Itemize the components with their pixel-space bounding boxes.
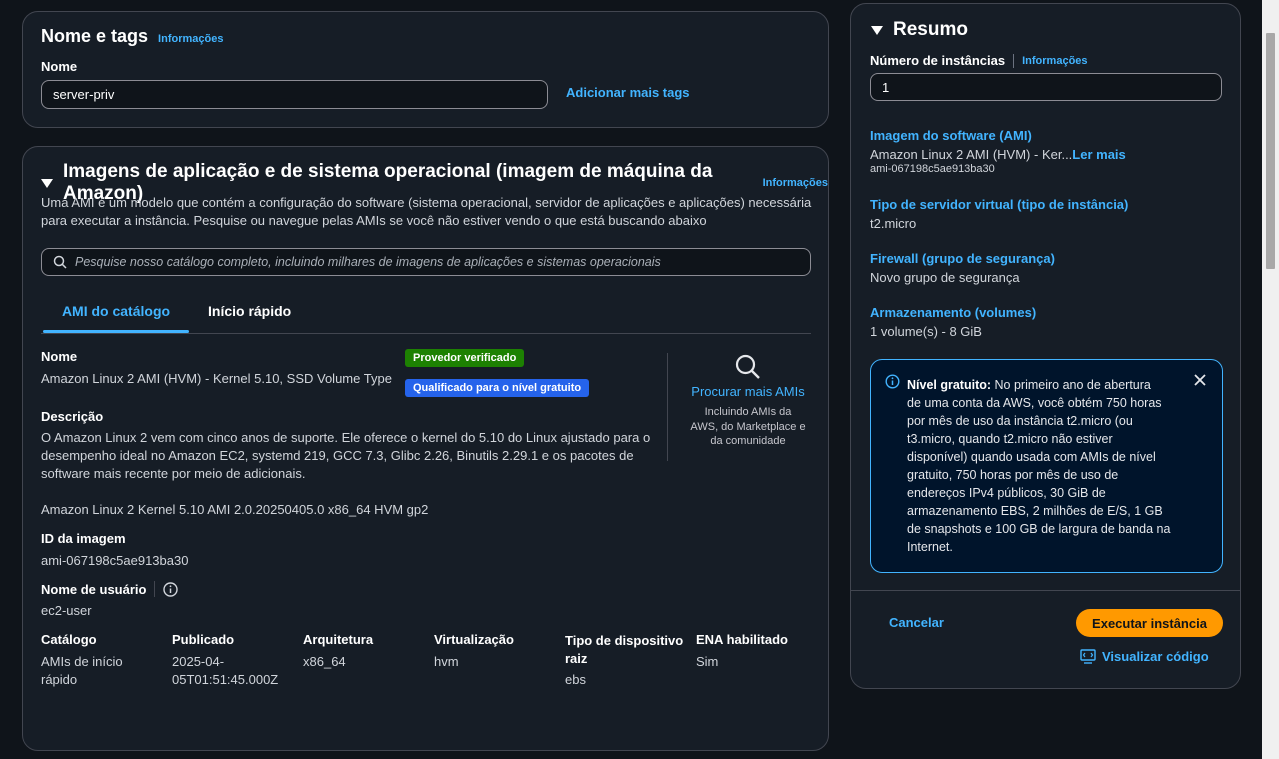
- free-tier-text: Nível gratuito: No primeiro ano de abert…: [907, 378, 1171, 554]
- storage-link[interactable]: Armazenamento (volumes): [870, 305, 1036, 320]
- scrollbar-thumb[interactable]: [1266, 33, 1275, 269]
- search-icon[interactable]: [734, 353, 762, 381]
- read-more-link[interactable]: Ler mais: [1072, 147, 1125, 162]
- search-placeholder: Pesquise nosso catálogo completo, inclui…: [75, 255, 661, 269]
- summary-panel: Resumo Número de instâncias Informações …: [850, 3, 1241, 689]
- cancel-button[interactable]: Cancelar: [889, 615, 944, 630]
- instances-info-link[interactable]: Informações: [1022, 55, 1087, 67]
- instances-input[interactable]: 1: [870, 73, 1222, 101]
- scrollbar-track[interactable]: [1262, 0, 1279, 759]
- detail-architecture: Arquitetura x86_64: [303, 632, 374, 669]
- name-tags-panel: Nome e tags Informações Nome server-priv…: [22, 11, 829, 128]
- ami-panel: Imagens de aplicação e de sistema operac…: [22, 146, 829, 751]
- username-value: ec2-user: [41, 603, 92, 618]
- detail-virtualization: Virtualização hvm: [434, 632, 514, 669]
- ami-full-name: Amazon Linux 2 Kernel 5.10 AMI 2.0.20250…: [41, 502, 429, 517]
- ami-summary-value-row: Amazon Linux 2 AMI (HVM) - Ker...Ler mai…: [870, 147, 1126, 162]
- browse-divider: [667, 353, 668, 461]
- ami-summary-link[interactable]: Imagem do software (AMI): [870, 128, 1032, 143]
- detail-root-device: Tipo de dispositivo raiz ebs: [565, 633, 684, 687]
- ami-description: Uma AMI é um modelo que contém a configu…: [41, 195, 812, 228]
- free-tier-alert: Nível gratuito: No primeiro ano de abert…: [870, 359, 1223, 573]
- tab-quick-start[interactable]: Início rápido: [208, 303, 291, 319]
- username-label-row: Nome de usuário: [41, 581, 179, 597]
- details-grid: Catálogo AMIs de início rápido Publicado…: [41, 632, 811, 692]
- verified-provider-badge: Provedor verificado: [405, 349, 525, 367]
- name-input-value: server-priv: [53, 87, 115, 102]
- instance-type-link[interactable]: Tipo de servidor virtual (tipo de instân…: [870, 197, 1128, 212]
- free-tier-title: Nível gratuito:: [907, 378, 992, 392]
- name-label: Nome: [41, 59, 78, 74]
- instances-input-value: 1: [882, 79, 890, 95]
- image-id-label: ID da imagem: [41, 531, 126, 546]
- view-code-button[interactable]: Visualizar código: [1080, 649, 1209, 664]
- username-label: Nome de usuário: [41, 581, 147, 597]
- collapse-caret-icon[interactable]: [41, 178, 53, 188]
- description-label: Descrição: [41, 409, 104, 424]
- add-tags-link[interactable]: Adicionar mais tags: [566, 85, 690, 100]
- instances-label: Número de instâncias: [870, 53, 1006, 68]
- detail-catalog: Catálogo AMIs de início rápido: [41, 632, 123, 687]
- tab-catalog-ami[interactable]: AMI do catálogo: [43, 303, 189, 333]
- description-text: O Amazon Linux 2 vem com cinco anos de s…: [41, 430, 651, 481]
- browse-more-amis: Procurar mais AMIs Incluindo AMIs da AWS…: [673, 353, 823, 449]
- name-tags-title: Nome e tags: [41, 26, 149, 46]
- ami-summary-id: ami-067198c5ae913ba30: [870, 163, 995, 175]
- storage-value: 1 volume(s) - 8 GiB: [870, 324, 982, 339]
- code-icon: [1080, 649, 1096, 664]
- search-icon: [53, 255, 67, 269]
- browse-more-description: Incluindo AMIs da AWS, do Marketplace e …: [690, 406, 806, 447]
- tabs-divider: [41, 333, 811, 334]
- firewall-value: Novo grupo de segurança: [870, 270, 1020, 285]
- image-id-value: ami-067198c5ae913ba30: [41, 553, 189, 568]
- launch-instance-button[interactable]: Executar instância: [1076, 609, 1223, 637]
- free-tier-badge: Qualificado para o nível gratuito: [405, 379, 590, 397]
- name-input[interactable]: server-priv: [41, 80, 548, 109]
- active-tab-indicator: [43, 330, 189, 333]
- ami-name-value: Amazon Linux 2 AMI (HVM) - Kernel 5.10, …: [41, 371, 392, 386]
- label-separator: [154, 581, 156, 597]
- label-separator: [1013, 53, 1015, 68]
- ami-name-label: Nome: [41, 349, 78, 364]
- footer-divider: [851, 590, 1240, 591]
- browse-more-amis-link[interactable]: Procurar mais AMIs: [673, 384, 823, 399]
- ami-summary-value: Amazon Linux 2 AMI (HVM) - Ker...: [870, 147, 1073, 162]
- info-icon: [885, 374, 900, 389]
- name-tags-info-link[interactable]: Informações: [158, 33, 223, 45]
- info-icon[interactable]: [163, 581, 179, 597]
- collapse-caret-icon[interactable]: [871, 25, 883, 35]
- instance-type-value: t2.micro: [870, 216, 917, 231]
- firewall-link[interactable]: Firewall (grupo de segurança): [870, 251, 1055, 266]
- detail-published: Publicado 2025-04- 05T01:51:45.000Z: [172, 632, 279, 687]
- ami-search-input[interactable]: Pesquise nosso catálogo completo, inclui…: [41, 248, 811, 276]
- summary-title: Resumo: [893, 19, 968, 40]
- detail-ena: ENA habilitado Sim: [696, 632, 788, 669]
- ami-info-link[interactable]: Informações: [763, 177, 828, 189]
